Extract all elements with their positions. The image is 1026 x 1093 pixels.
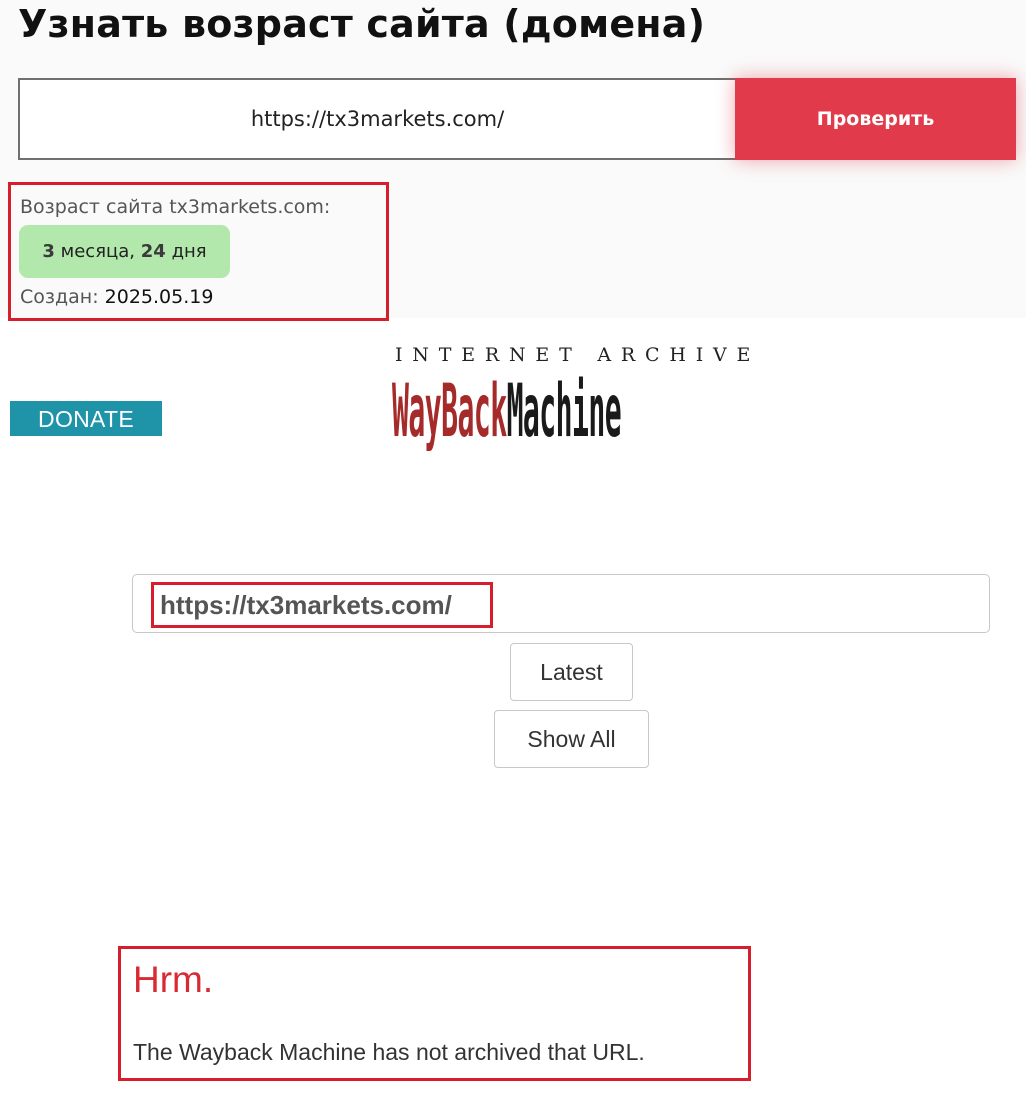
age-days-number: 24 [140,241,166,262]
wayback-search-url-highlight: https://tx3markets.com/ [151,582,493,628]
age-result-highlight: Возраст сайта tx3markets.com: 3 месяца, … [8,182,389,321]
not-archived-message-highlight: Hrm. The Wayback Machine has not archive… [118,946,751,1081]
logo-wordmark: WayBackMachine [392,370,622,454]
age-months-word: месяца, [60,241,136,262]
page-title: Узнать возраст сайта (домена) [18,2,706,46]
error-message: The Wayback Machine has not archived tha… [133,1039,645,1065]
logo-internet-archive-text: INTERNET ARCHIVE [395,344,761,366]
age-months-number: 3 [42,241,55,262]
created-date: 2025.05.19 [104,286,214,308]
age-days-word: дня [171,241,207,262]
logo-machine-text: Machine [506,370,622,454]
latest-button[interactable]: Latest [510,643,633,701]
age-label: Возраст сайта tx3markets.com: [20,196,331,218]
age-checker-panel: Узнать возраст сайта (домена) Проверить … [0,0,1026,321]
check-button[interactable]: Проверить [735,78,1016,160]
created-line: Создан: 2025.05.19 [20,286,213,308]
show-all-button[interactable]: Show All [494,710,649,768]
wayback-search-input[interactable]: https://tx3markets.com/ [132,574,990,633]
domain-url-input[interactable] [18,78,735,160]
created-label: Создан: [20,286,99,308]
error-title: Hrm. [133,959,214,1000]
age-badge: 3 месяца, 24 дня [19,225,230,278]
donate-button[interactable]: DONATE [10,401,162,436]
logo-wayback-text: WayBack [392,370,507,454]
